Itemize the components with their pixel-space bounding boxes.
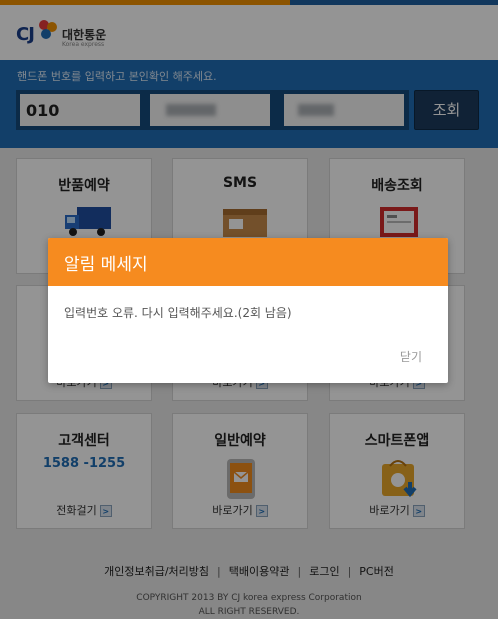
modal-message: 입력번호 오류. 다시 입력해주세요.(2회 남음) xyxy=(64,306,292,320)
modal-header: 알림 메세지 xyxy=(48,238,448,286)
modal-title: 알림 메세지 xyxy=(64,255,148,275)
alert-modal: 알림 메세지 입력번호 오류. 다시 입력해주세요.(2회 남음) 닫기 xyxy=(48,238,448,383)
modal-close-button[interactable]: 닫기 xyxy=(400,348,422,365)
